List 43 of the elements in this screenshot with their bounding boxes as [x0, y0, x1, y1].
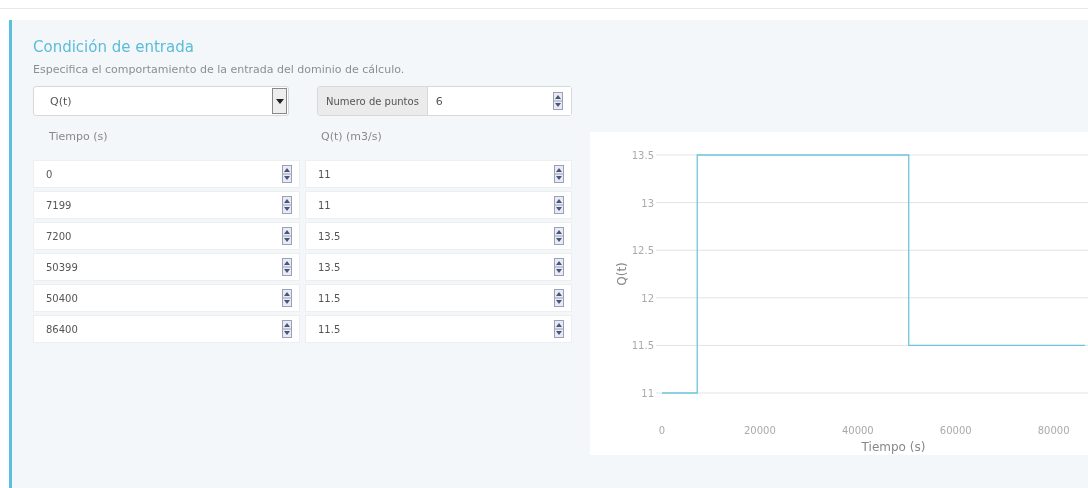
- spin-button[interactable]: [282, 165, 292, 183]
- number-input[interactable]: 11.5: [305, 315, 572, 343]
- column-header: Tiempo (s): [48, 130, 109, 145]
- spin-button[interactable]: [282, 289, 292, 307]
- axis-tick-label: 11: [641, 388, 654, 399]
- caret-icon[interactable]: [272, 88, 287, 114]
- spin-button[interactable]: [282, 196, 292, 214]
- number-input[interactable]: 0: [33, 160, 300, 188]
- spin-button[interactable]: [554, 196, 564, 214]
- spin-button[interactable]: [554, 289, 564, 307]
- axis-tick-label: 13.5: [631, 150, 654, 161]
- spin-button[interactable]: [282, 320, 292, 338]
- spin-button[interactable]: [554, 258, 564, 276]
- number-input[interactable]: 7200: [33, 222, 300, 250]
- number-input[interactable]: 86400: [33, 315, 300, 343]
- axis-tick-label: 40000: [841, 425, 874, 436]
- column-header: Q(t) (m3/s): [320, 130, 383, 145]
- spin-button[interactable]: [554, 165, 564, 183]
- number-input[interactable]: 50399: [33, 253, 300, 281]
- spin-button[interactable]: [282, 258, 292, 276]
- x-axis-title: Tiempo (s): [861, 440, 926, 454]
- axis-tick-label: 20000: [744, 425, 776, 436]
- spin-button[interactable]: [282, 227, 292, 245]
- section-description: Especifica el comportamiento de la entrada del dominio de cálculo.: [33, 63, 406, 76]
- number-input[interactable]: 11: [305, 191, 572, 219]
- axis-tick-label: 12: [641, 292, 654, 304]
- spin-button[interactable]: [554, 320, 564, 338]
- spin-button[interactable]: [554, 227, 564, 245]
- axis-tick-label: 60000: [939, 425, 972, 436]
- number-input[interactable]: 13.5: [305, 222, 572, 250]
- axis-tick-label: 12.5: [631, 245, 654, 257]
- axis-tick-label: 13: [641, 197, 654, 209]
- axis-tick-label: 0: [658, 425, 666, 436]
- number-input[interactable]: 7199: [33, 191, 300, 219]
- y-axis-title: Q(t): [615, 262, 629, 286]
- number-input[interactable]: 11: [305, 160, 572, 188]
- condition-dropdown[interactable]: Q(t): [33, 86, 289, 116]
- number-input[interactable]: 50400: [33, 284, 300, 312]
- number-input[interactable]: 11.5: [305, 284, 572, 312]
- number-input[interactable]: 13.5: [305, 253, 572, 281]
- section-title: Condición de entrada: [33, 38, 195, 56]
- axis-tick-label: 80000: [1037, 425, 1070, 436]
- axis-tick-label: 11.5: [631, 340, 654, 352]
